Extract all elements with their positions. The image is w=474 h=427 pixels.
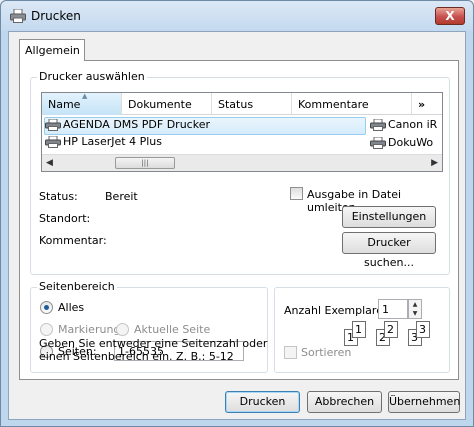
sort-ascending-icon: ▲ xyxy=(82,92,88,100)
print-button[interactable]: Drucken xyxy=(225,391,300,413)
printer-item-dokuwork[interactable]: DokuWo xyxy=(370,136,442,154)
location-label: Standort: xyxy=(39,212,91,225)
dialog-client-area: Allgemein Drucker auswählen ▲ Name Dokum… xyxy=(8,31,466,420)
collate-page: 2 xyxy=(384,321,398,338)
tab-general[interactable]: Allgemein xyxy=(19,39,85,61)
print-to-file-checkbox[interactable] xyxy=(290,187,303,200)
column-header-name[interactable]: ▲ Name xyxy=(42,93,122,115)
spin-up-icon[interactable]: ▲ xyxy=(409,300,421,309)
status-value: Bereit xyxy=(105,190,138,203)
page-range-current-page-label: Aktuelle Seite xyxy=(134,323,211,336)
copies-label: Anzahl Exemplare: xyxy=(284,304,387,317)
printer-icon xyxy=(45,136,61,148)
find-printer-button[interactable]: Drucker suchen... xyxy=(342,232,436,269)
settings-button[interactable]: Einstellungen xyxy=(342,206,436,228)
printer-list[interactable]: ▲ Name Dokumente Status Kommentare » AGE… xyxy=(41,92,443,172)
close-icon: X xyxy=(445,9,455,23)
copies-spinner[interactable]: ▲ ▼ xyxy=(408,299,422,319)
column-overflow-chevron-icon[interactable]: » xyxy=(412,93,442,115)
collate-checkbox[interactable] xyxy=(284,346,297,359)
printer-item-agenda-dms-pdf[interactable]: AGENDA DMS PDF Drucker xyxy=(44,117,366,135)
column-header-documents[interactable]: Dokumente xyxy=(122,93,212,115)
printer-list-header: ▲ Name Dokumente Status Kommentare » xyxy=(42,93,442,115)
close-button[interactable]: X xyxy=(435,7,465,25)
printer-select-group-label: Drucker auswählen xyxy=(37,70,147,83)
comment-label: Kommentar: xyxy=(39,234,107,247)
printer-icon xyxy=(370,119,386,131)
printer-item-canon[interactable]: Canon iR xyxy=(370,118,442,136)
apply-button[interactable]: Übernehmen xyxy=(388,391,460,413)
page-range-group-label: Seitenbereich xyxy=(37,280,117,293)
collate-page: 1 xyxy=(352,321,366,338)
column-header-status[interactable]: Status xyxy=(212,93,292,115)
copies-input[interactable] xyxy=(378,299,408,319)
printer-icon xyxy=(370,137,386,149)
print-dialog: Drucken X Allgemein Drucker auswählen ▲ … xyxy=(0,0,474,427)
printer-icon xyxy=(45,119,61,131)
page-range-selection-radio[interactable] xyxy=(40,323,53,336)
page-range-help-line2: einen Seitenbereich ein. Z. B.: 5-12 xyxy=(39,350,234,363)
printer-item-hp-laserjet[interactable]: HP LaserJet 4 Plus xyxy=(44,135,366,153)
collate-illustration-icon: 1 1 2 2 3 3 xyxy=(344,317,444,357)
printer-select-group: Drucker auswählen ▲ Name Dokumente Statu… xyxy=(30,70,450,275)
scrollbar-thumb[interactable]: ||| xyxy=(115,157,175,169)
page-range-current-page-radio[interactable] xyxy=(116,323,129,336)
scroll-left-icon[interactable]: ◀ xyxy=(46,158,53,168)
cancel-button[interactable]: Abbrechen xyxy=(307,391,382,413)
page-range-help-line1: Geben Sie entweder eine Seitenzahl oder xyxy=(39,337,268,350)
page-range-selection-label: Markierung xyxy=(58,323,121,336)
page-range-all-label: Alles xyxy=(58,301,85,314)
horizontal-scrollbar[interactable]: ◀ ||| ▶ xyxy=(42,154,442,171)
window-title: Drucken xyxy=(31,9,81,23)
title-bar[interactable]: Drucken X xyxy=(1,1,473,31)
collate-page: 3 xyxy=(416,321,430,338)
scroll-right-icon[interactable]: ▶ xyxy=(431,158,438,168)
printer-icon xyxy=(10,9,26,23)
column-header-comments[interactable]: Kommentare xyxy=(292,93,412,115)
page-range-all-radio[interactable] xyxy=(40,301,53,314)
status-label: Status: xyxy=(39,190,78,203)
